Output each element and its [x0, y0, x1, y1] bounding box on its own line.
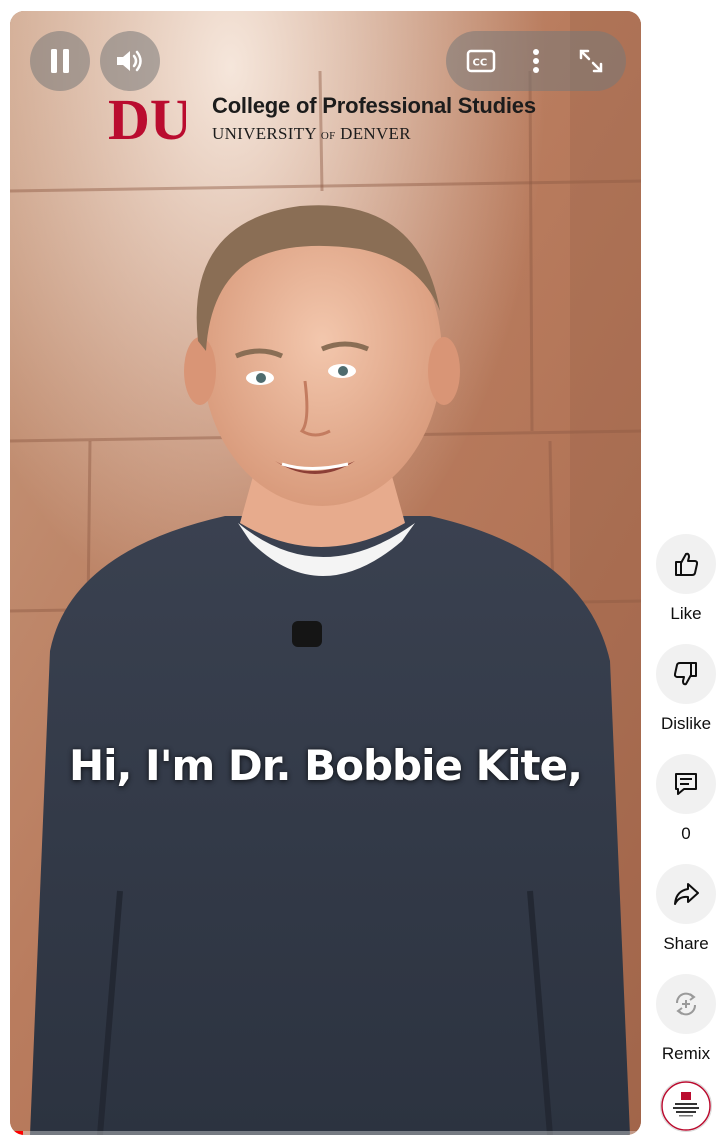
video-player[interactable]: DU College of Professional Studies UNIVE…: [10, 11, 641, 1135]
video-caption: Hi, I'm Dr. Bobbie Kite,: [68, 741, 583, 790]
action-rail: Like Dislike 0 Share Remix: [651, 534, 721, 1132]
comments-button[interactable]: 0: [656, 754, 716, 844]
brand-subtitle: UNIVERSITY OF DENVER: [212, 124, 411, 143]
shorts-page: DU College of Professional Studies UNIVE…: [0, 0, 721, 1144]
comments-circle: [656, 754, 716, 814]
more-options-button[interactable]: [512, 37, 560, 85]
like-label: Like: [670, 604, 702, 623]
pause-icon: [51, 49, 69, 73]
brand-overlay: DU College of Professional Studies UNIVE…: [106, 89, 536, 147]
thumbs-down-icon: [673, 662, 697, 686]
fullscreen-icon: [579, 49, 602, 73]
dislike-button[interactable]: Dislike: [656, 644, 716, 734]
dislike-circle: [656, 644, 716, 704]
remix-icon: [675, 992, 697, 1016]
thumbs-up-icon: [675, 552, 699, 576]
channel-logo: [661, 1081, 711, 1131]
progress-bar[interactable]: [10, 1131, 641, 1135]
volume-icon: [117, 50, 142, 72]
more-vertical-icon: [532, 49, 539, 73]
remix-circle: [656, 974, 716, 1034]
svg-text:DU: DU: [108, 89, 186, 147]
svg-text:CC: CC: [473, 58, 488, 69]
comment-icon: [675, 773, 697, 795]
video-frame: [10, 11, 641, 1135]
share-circle: [656, 864, 716, 924]
channel-avatar[interactable]: [660, 1080, 712, 1132]
closed-captions-icon: CC: [467, 49, 496, 73]
share-icon: [674, 883, 699, 905]
play-pause-button[interactable]: [30, 31, 90, 91]
university-logo: DU: [106, 89, 186, 147]
like-button[interactable]: Like: [656, 534, 716, 624]
dislike-label: Dislike: [660, 714, 712, 733]
like-circle: [656, 534, 716, 594]
volume-button[interactable]: [100, 31, 160, 91]
brand-title: College of Professional Studies: [212, 93, 536, 118]
remix-label: Remix: [661, 1044, 711, 1063]
captions-button[interactable]: CC: [457, 37, 505, 85]
remix-button[interactable]: Remix: [656, 974, 716, 1064]
comments-count: 0: [681, 824, 691, 843]
share-label: Share: [663, 934, 709, 953]
progress-fill: [10, 1131, 23, 1135]
player-controls-pill: CC: [446, 31, 626, 91]
fullscreen-button[interactable]: [567, 37, 615, 85]
share-button[interactable]: Share: [656, 864, 716, 954]
